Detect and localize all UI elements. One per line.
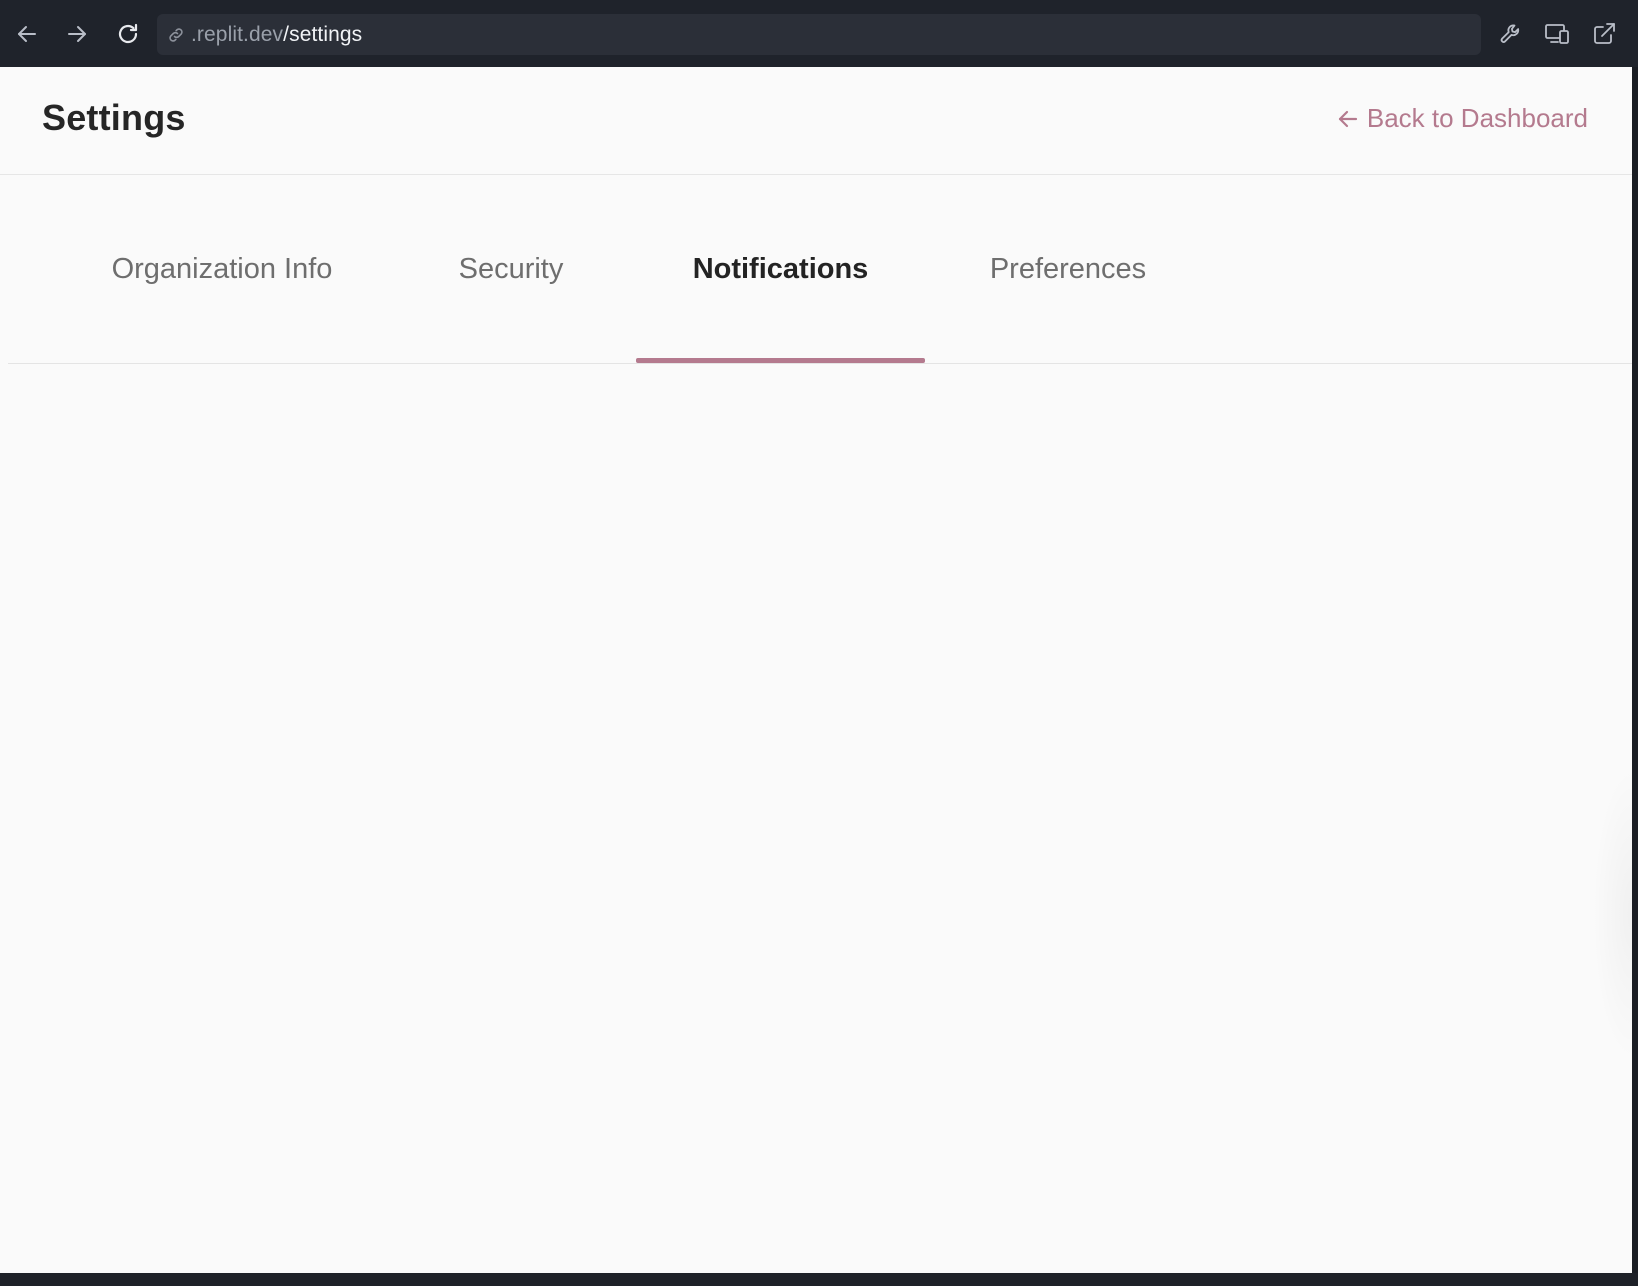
reload-button[interactable] <box>110 16 146 52</box>
page-title: Settings <box>42 97 186 138</box>
tab-preferences[interactable]: Preferences <box>978 175 1158 363</box>
address-bar[interactable]: .replit.dev/settings <box>157 14 1481 55</box>
devices-icon <box>1545 24 1569 44</box>
link-icon <box>165 24 187 46</box>
back-button[interactable] <box>9 16 45 52</box>
url-path: /settings <box>283 22 363 46</box>
active-tab-indicator <box>636 358 925 363</box>
arrow-left-icon <box>1337 108 1359 130</box>
external-link-icon <box>1594 23 1615 44</box>
tab-organization-info[interactable]: Organization Info <box>106 175 338 363</box>
back-to-dashboard-link[interactable]: Back to Dashboard <box>1337 103 1588 134</box>
forward-button[interactable] <box>59 16 95 52</box>
settings-tabs: Organization Info Security Notifications… <box>8 175 1632 364</box>
back-link-label: Back to Dashboard <box>1366 103 1588 133</box>
window-edge <box>1632 67 1638 1273</box>
tab-security[interactable]: Security <box>448 175 574 363</box>
page-viewport: Settings Back to Dashboard Organization … <box>0 67 1632 1273</box>
edge-shadow <box>1592 764 1632 1064</box>
arrow-left-icon <box>18 26 36 42</box>
window-bottom-bar <box>0 1273 1638 1286</box>
wrench-icon <box>1500 24 1520 43</box>
tab-notifications[interactable]: Notifications <box>636 175 925 363</box>
device-preview-button[interactable] <box>1539 16 1575 52</box>
tab-label: Preferences <box>989 252 1147 285</box>
browser-window: .replit.dev/settings Settings Back to Da… <box>0 0 1638 1286</box>
tab-label: Organization Info <box>111 252 333 285</box>
url-host: .replit.dev <box>191 22 284 46</box>
tab-label: Notifications <box>692 252 869 285</box>
reload-icon <box>118 23 138 44</box>
tab-content-area <box>0 364 1632 1273</box>
open-new-tab-button[interactable] <box>1586 16 1622 52</box>
tab-label: Security <box>458 252 564 285</box>
arrow-right-icon <box>68 26 86 42</box>
devtools-button[interactable] <box>1493 16 1529 52</box>
browser-toolbar: .replit.dev/settings <box>0 0 1638 67</box>
url-text: .replit.dev/settings <box>191 23 362 47</box>
page-header: Settings Back to Dashboard <box>0 67 1632 175</box>
